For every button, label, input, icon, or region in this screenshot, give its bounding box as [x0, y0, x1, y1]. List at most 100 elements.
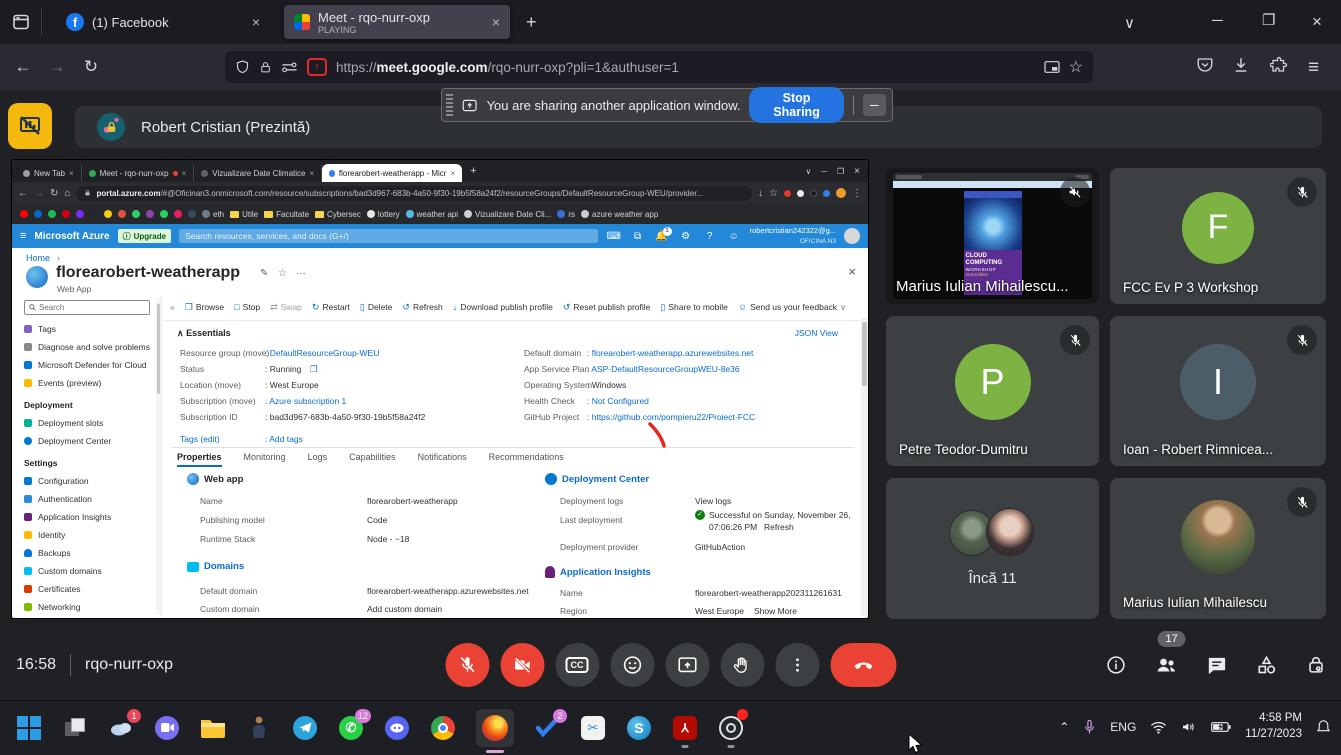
- command-share-to-mobile[interactable]: ▯Share to mobile: [660, 302, 728, 313]
- activities-button[interactable]: [1255, 654, 1278, 677]
- tab-close-icon[interactable]: ×: [492, 14, 500, 30]
- chrome-new-tab-button[interactable]: +: [470, 165, 476, 177]
- overflow-tile[interactable]: Încă 11: [886, 478, 1099, 619]
- extension-icon[interactable]: [810, 190, 817, 197]
- command-refresh[interactable]: ↺Refresh: [402, 302, 442, 313]
- command-restart[interactable]: ↻Restart: [312, 302, 350, 313]
- refresh-link[interactable]: Refresh: [764, 522, 794, 532]
- tab-capabilities[interactable]: Capabilities: [349, 452, 396, 467]
- notifications-bell-icon[interactable]: 🔔1: [654, 231, 670, 242]
- wifi-icon[interactable]: [1150, 721, 1167, 734]
- tab-monitoring[interactable]: Monitoring: [244, 452, 286, 467]
- bookmark-favicon[interactable]: [118, 210, 126, 218]
- sidebar-item-deployment-center[interactable]: Deployment Center: [12, 432, 161, 450]
- acrobat-icon[interactable]: ⅄: [672, 715, 698, 741]
- default-domain-link[interactable]: florearobert-weatherapp.azurewebsites.ne…: [367, 586, 529, 596]
- new-tab-button[interactable]: +: [526, 12, 537, 33]
- window-restore-button[interactable]: ❐: [1262, 11, 1275, 29]
- copy-icon[interactable]: ❐: [310, 364, 318, 375]
- json-view-link[interactable]: JSON View: [795, 328, 838, 338]
- chrome-icon[interactable]: [430, 715, 456, 741]
- volume-icon[interactable]: [1181, 720, 1197, 734]
- picture-in-picture-icon[interactable]: [1044, 60, 1060, 74]
- bookmark-favicon[interactable]: [104, 210, 112, 218]
- mic-off-button[interactable]: [445, 643, 489, 687]
- command-stop[interactable]: □Stop: [234, 302, 260, 312]
- forward-button[interactable]: →: [40, 57, 74, 77]
- default-domain-link[interactable]: florearobert-weatherapp.azurewebsites.ne…: [587, 348, 753, 358]
- mic-in-use-icon[interactable]: [1083, 719, 1096, 736]
- sidebar-item-configuration[interactable]: Configuration: [12, 472, 161, 490]
- chrome-url-bar[interactable]: portal.azure.com/#@Oficinan3.onmicrosoft…: [76, 186, 752, 201]
- chrome-bookmark-star-icon[interactable]: ☆: [769, 188, 778, 199]
- participant-tile-marius-camera[interactable]: Marius Iulian Mihailescu: [1110, 478, 1326, 619]
- command-download-publish-profile[interactable]: ↓Download publish profile: [453, 302, 553, 312]
- azure-brand[interactable]: Microsoft Azure: [34, 231, 109, 242]
- tab-logs[interactable]: Logs: [308, 452, 328, 467]
- extension-icon[interactable]: [823, 190, 830, 197]
- bookmark-rs[interactable]: rs: [557, 210, 575, 219]
- show-more-link[interactable]: Show More: [754, 606, 797, 616]
- bookmark-favicon[interactable]: [48, 210, 56, 218]
- meeting-details-button[interactable]: [1105, 654, 1127, 676]
- breadcrumb[interactable]: Home: [26, 253, 50, 263]
- lock-icon[interactable]: [259, 60, 272, 75]
- sidebar-item-certificates[interactable]: Certificates: [12, 580, 161, 598]
- menu-icon[interactable]: ≡: [1308, 57, 1319, 79]
- tray-clock[interactable]: 4:58 PM11/27/2023: [1245, 711, 1302, 742]
- back-button[interactable]: ←: [6, 57, 40, 77]
- raise-hand-button[interactable]: [720, 643, 764, 687]
- bookmark-lottery[interactable]: lottery: [367, 210, 400, 219]
- discord-icon[interactable]: [384, 715, 410, 741]
- chrome-tab-search-chevron[interactable]: ∨: [805, 167, 811, 176]
- subscription-link[interactable]: Azure subscription 1: [265, 396, 346, 406]
- chrome-forward-icon[interactable]: →: [34, 188, 44, 199]
- directory-filter-icon[interactable]: ⧉: [630, 231, 646, 242]
- whatsapp-icon[interactable]: ✆ 12: [338, 715, 364, 741]
- chat-button[interactable]: [1205, 654, 1228, 677]
- language-indicator[interactable]: ENG: [1110, 720, 1136, 734]
- participant-tile-ioan[interactable]: I Ioan - Robert Rimnicea...: [1110, 316, 1326, 466]
- firefox-icon-active[interactable]: [476, 709, 514, 747]
- bookmark-favicon[interactable]: [132, 210, 140, 218]
- screen-share-indicator-icon[interactable]: ↑: [307, 58, 327, 76]
- chrome-maximize-button[interactable]: ❐: [837, 167, 844, 176]
- pin-icon[interactable]: ✎: [260, 268, 268, 279]
- bookmark-favicon[interactable]: [146, 210, 154, 218]
- tab-list-chevron-icon[interactable]: ∨: [1124, 14, 1135, 32]
- downloads-icon[interactable]: [1232, 56, 1250, 74]
- chrome-tab-azure[interactable]: florearobert-weatherapp - Micr×: [322, 164, 462, 182]
- battery-icon[interactable]: [1211, 721, 1231, 733]
- presentation-off-badge[interactable]: [8, 103, 52, 149]
- host-controls-button[interactable]: [1305, 654, 1327, 676]
- sidebar-item-diagnose[interactable]: Diagnose and solve problems: [12, 338, 161, 356]
- sidebar-item-networking[interactable]: Networking: [12, 598, 161, 616]
- start-button[interactable]: [16, 715, 42, 741]
- extension-icon[interactable]: [797, 190, 804, 197]
- sidebar-scrollbar[interactable]: [156, 298, 161, 614]
- bookmark-azure-weather-app[interactable]: azure weather app: [581, 210, 658, 219]
- command-feedback[interactable]: ☺Send us your feedback∨: [738, 302, 846, 313]
- health-check-link[interactable]: Not Configured: [587, 396, 649, 406]
- bookmark-facultate[interactable]: Facultate: [264, 210, 309, 219]
- sidebar-item-authentication[interactable]: Authentication: [12, 490, 161, 508]
- command-swap[interactable]: ⇄Swap: [270, 302, 302, 313]
- extensions-icon[interactable]: [1270, 56, 1288, 74]
- upgrade-button[interactable]: ⓘUpgrade: [118, 229, 171, 243]
- chrome-tab-climatice[interactable]: Vizualizare Date Climatice×: [194, 164, 322, 182]
- tab-recommendations[interactable]: Recommendations: [489, 452, 564, 467]
- tracking-shield-icon[interactable]: [235, 59, 250, 75]
- azure-search-input[interactable]: [179, 229, 598, 243]
- tab-close-icon[interactable]: ×: [252, 14, 260, 30]
- chrome-tab-meet[interactable]: Meet - rqo-nurr-oxp×: [82, 164, 195, 182]
- bookmark-favicon[interactable]: [188, 210, 196, 218]
- command-browse[interactable]: ❐Browse: [185, 302, 224, 313]
- telegram-icon[interactable]: [292, 715, 318, 741]
- reload-button[interactable]: ↻: [74, 57, 108, 77]
- end-call-button[interactable]: [830, 643, 896, 687]
- chrome-close-button[interactable]: ×: [854, 166, 860, 177]
- chrome-minimize-button[interactable]: ─: [821, 167, 827, 176]
- bookmark-utile[interactable]: Utile: [230, 210, 258, 219]
- sharing-notification-bar[interactable]: You are sharing another application wind…: [441, 88, 893, 122]
- bookmark-weather-api[interactable]: weather api: [406, 210, 458, 219]
